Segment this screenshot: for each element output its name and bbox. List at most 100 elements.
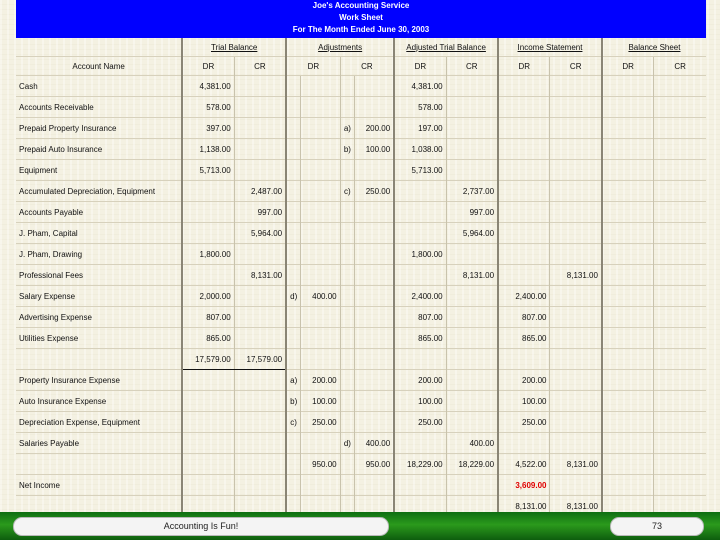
amount-cell-atb-dr xyxy=(393,180,447,202)
amount-cell-adj-cr-ref xyxy=(339,327,355,349)
amount-cell-tb-dr xyxy=(181,390,235,412)
table-row: J. Pham, Capital 5,964.00 5,964.00 xyxy=(16,222,706,244)
amount-cell-atb-dr: 1,800.00 xyxy=(393,243,447,265)
amount-cell-bs-dr xyxy=(600,138,654,160)
amount-cell-tb-dr: 4,381.00 xyxy=(181,75,235,97)
amount-cell-bs-dr xyxy=(600,285,654,307)
blank-header xyxy=(16,38,182,57)
amount-cell-atb-dr: 1,038.00 xyxy=(393,138,447,160)
account-name-cell: Equipment xyxy=(16,159,183,181)
amount-cell-adj-dr-ref: a) xyxy=(285,369,301,391)
amount-cell-atb-cr xyxy=(445,474,499,496)
account-name-cell: Salaries Payable xyxy=(16,432,183,454)
amount-cell-is-dr: 4,522.00 xyxy=(497,453,550,475)
amount-cell-atb-cr: 18,229.00 xyxy=(445,453,499,475)
amount-cell-atb-cr: 2,737.00 xyxy=(445,180,499,202)
table-row: Prepaid Property Insurance 397.00 a) 200.00… xyxy=(16,117,706,139)
amount-cell-bs-dr xyxy=(600,411,654,433)
amount-cell-is-cr xyxy=(549,201,602,223)
amount-cell-is-cr xyxy=(549,432,602,454)
amount-cell-atb-cr xyxy=(445,243,499,265)
amount-cell-tb-cr xyxy=(233,75,287,97)
amount-cell-is-dr: 250.00 xyxy=(497,411,550,433)
amount-cell-adj-cr xyxy=(354,96,395,118)
amount-cell-bs-dr xyxy=(600,348,654,370)
amount-cell-tb-cr xyxy=(233,432,287,454)
amount-cell-is-dr: 807.00 xyxy=(497,306,550,328)
column-header-row: Account Name DR CR DR CR DR CR DR CR DR … xyxy=(16,56,706,76)
amount-cell-is-dr xyxy=(497,138,550,160)
amount-cell-bs-dr xyxy=(600,432,654,454)
amount-cell-adj-dr xyxy=(300,327,341,349)
amount-cell-adj-cr-ref xyxy=(339,285,355,307)
amount-cell-adj-dr-ref xyxy=(285,138,301,160)
amount-cell-is-dr xyxy=(497,117,550,139)
amount-cell-bs-cr xyxy=(653,327,706,349)
account-name-cell xyxy=(16,348,183,370)
amount-cell-adj-cr-ref xyxy=(339,243,355,265)
amount-cell-is-dr xyxy=(497,159,550,181)
amount-cell-adj-dr-ref xyxy=(285,222,301,244)
amount-cell-atb-dr xyxy=(393,432,447,454)
amount-cell-bs-cr xyxy=(653,159,706,181)
amount-cell-bs-dr xyxy=(600,264,654,286)
amount-cell-tb-cr: 17,579.00 xyxy=(233,348,287,370)
amount-cell-adj-dr: 400.00 xyxy=(300,285,341,307)
amount-cell-is-dr xyxy=(497,264,550,286)
amount-cell-adj-cr xyxy=(354,369,395,391)
worksheet-table-container: Trial Balance Adjustments Adjusted Trial… xyxy=(16,38,706,516)
amount-cell-adj-dr-ref xyxy=(285,243,301,265)
group-income-statement: Income Statement xyxy=(497,38,602,57)
is-cr-header: CR xyxy=(549,56,602,76)
amount-cell-atb-cr xyxy=(445,96,499,118)
amount-cell-is-dr xyxy=(497,243,550,265)
table-row: Accounts Payable 997.00 997.00 xyxy=(16,201,706,223)
amount-cell-tb-cr xyxy=(233,285,287,307)
amount-cell-is-dr: 865.00 xyxy=(497,327,550,349)
account-name-cell: Prepaid Property Insurance xyxy=(16,117,183,139)
amount-cell-bs-cr xyxy=(653,75,706,97)
group-adjusted-trial-balance: Adjusted Trial Balance xyxy=(393,38,499,57)
amount-cell-is-dr: 2,400.00 xyxy=(497,285,550,307)
table-row: J. Pham, Drawing 1,800.00 1,800.00 xyxy=(16,243,706,265)
amount-cell-adj-dr xyxy=(300,243,341,265)
amount-cell-adj-dr xyxy=(300,201,341,223)
amount-cell-adj-cr-ref xyxy=(339,369,355,391)
account-name-cell: J. Pham, Capital xyxy=(16,222,183,244)
group-adjustments: Adjustments xyxy=(285,38,395,57)
amount-cell-tb-dr xyxy=(181,180,235,202)
amount-cell-bs-cr xyxy=(653,453,706,475)
amount-cell-is-cr xyxy=(549,474,602,496)
amount-cell-adj-dr xyxy=(300,180,341,202)
amount-cell-adj-dr-ref xyxy=(285,306,301,328)
amount-cell-adj-dr: 200.00 xyxy=(300,369,341,391)
amount-cell-tb-cr xyxy=(233,411,287,433)
amount-cell-adj-dr xyxy=(300,474,341,496)
amount-cell-adj-dr-ref xyxy=(285,327,301,349)
amount-cell-atb-cr xyxy=(445,348,499,370)
amount-cell-tb-dr: 397.00 xyxy=(181,117,235,139)
amount-cell-bs-dr xyxy=(600,474,654,496)
sheet-title: Work Sheet xyxy=(339,13,383,22)
amount-cell-adj-cr xyxy=(354,411,395,433)
account-name-cell xyxy=(16,453,183,475)
amount-cell-adj-dr-ref xyxy=(285,201,301,223)
amount-cell-atb-dr: 865.00 xyxy=(393,327,447,349)
table-row: Accumulated Depreciation, Equipment 2,487… xyxy=(16,180,706,202)
amount-cell-adj-cr xyxy=(354,264,395,286)
amount-cell-adj-cr-ref xyxy=(339,75,355,97)
group-header-row: Trial Balance Adjustments Adjusted Trial… xyxy=(16,38,706,57)
amount-cell-atb-dr xyxy=(393,201,447,223)
amount-cell-adj-cr: 200.00 xyxy=(354,117,395,139)
amount-cell-bs-dr xyxy=(600,390,654,412)
is-dr-header: DR xyxy=(497,56,550,76)
amount-cell-is-cr xyxy=(549,327,602,349)
amount-cell-bs-dr xyxy=(600,306,654,328)
amount-cell-is-cr xyxy=(549,369,602,391)
tb-dr-header: DR xyxy=(181,56,235,76)
bs-cr-header: CR xyxy=(653,56,706,76)
amount-cell-is-dr xyxy=(497,432,550,454)
amount-cell-bs-cr xyxy=(653,432,706,454)
amount-cell-bs-dr xyxy=(600,75,654,97)
amount-cell-atb-cr xyxy=(445,306,499,328)
